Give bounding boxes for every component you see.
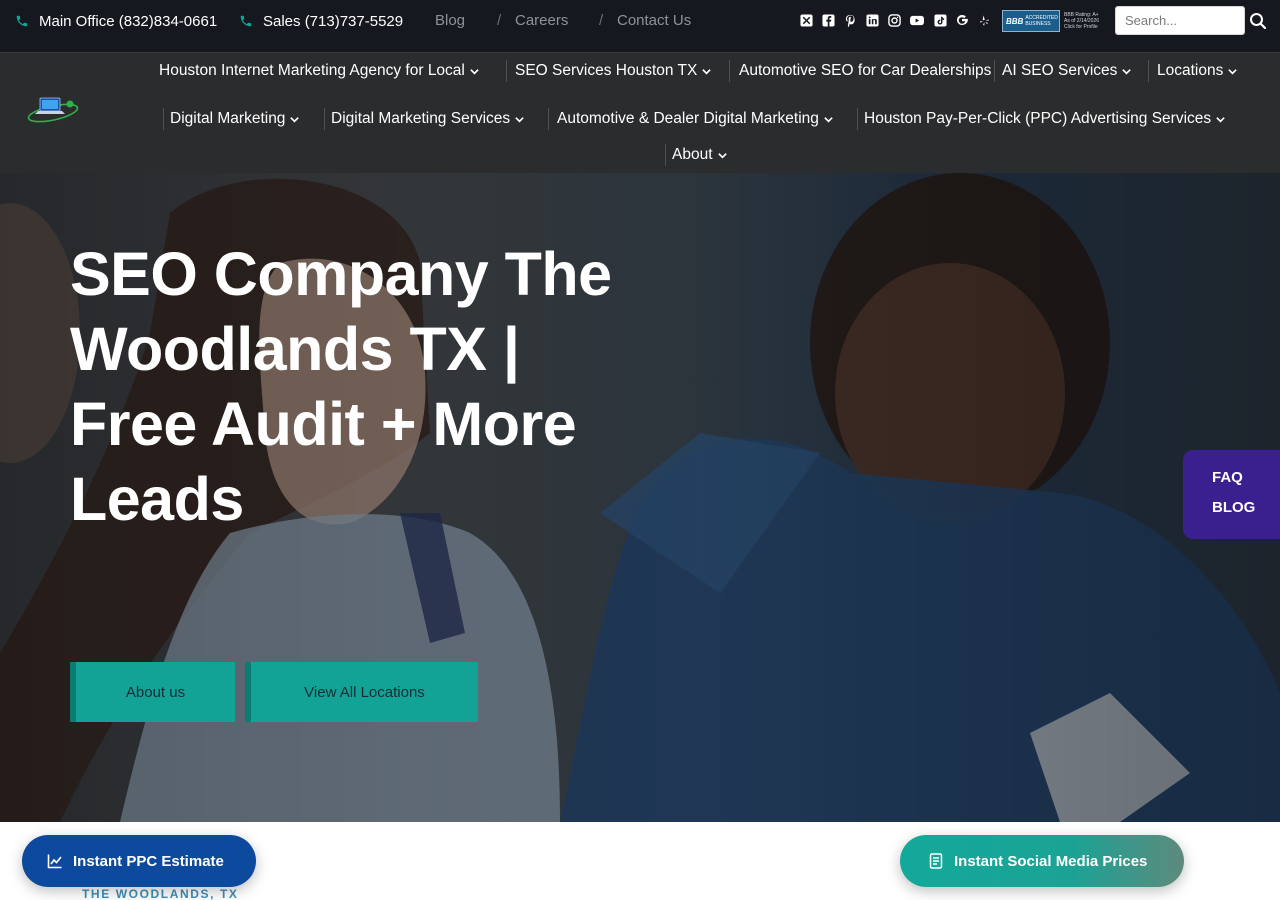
hero-section: SEO Company The Woodlands TX | Free Audi… [0,173,1280,822]
document-icon [928,853,944,869]
nav-locations[interactable]: Locations [1157,60,1238,82]
company-logo[interactable] [26,95,80,125]
facebook-icon[interactable] [821,13,835,27]
view-all-locations-button[interactable]: View All Locations [245,662,478,722]
instant-social-media-prices-button[interactable]: Instant Social Media Prices [900,835,1184,887]
nav-digital-marketing-services[interactable]: Digital Marketing Services [331,108,525,130]
chevron-down-icon [717,150,728,161]
chevron-down-icon [289,114,300,125]
search-input[interactable] [1115,6,1245,35]
nav-divider [506,60,507,82]
chevron-down-icon [514,114,525,125]
search-icon[interactable] [1249,12,1267,30]
sales-phone[interactable]: Sales (713)737-5529 [239,0,403,42]
sales-label: Sales (713)737-5529 [263,12,404,30]
careers-link[interactable]: Careers [515,0,568,42]
nav-automotive-dealer-marketing[interactable]: Automotive & Dealer Digital Marketing [557,108,834,130]
chevron-down-icon [701,66,712,77]
main-office-phone[interactable]: Main Office (832)834-0661 [15,0,217,42]
chevron-down-icon [1227,66,1238,77]
yelp-icon[interactable] [977,13,991,27]
main-office-label: Main Office (832)834-0661 [39,12,218,30]
nav-about[interactable]: About [672,144,728,166]
phone-icon [15,14,29,28]
location-label: THE WOODLANDS, TX [82,887,239,900]
chart-line-icon [47,853,63,869]
nav-divider [857,108,858,130]
nav-divider [548,108,549,130]
chevron-down-icon [1121,66,1132,77]
nav-divider [324,108,325,130]
bbb-rating: BBB Rating: A+ As of 2/14/2026 Click for… [1064,12,1100,30]
main-navigation: Houston Internet Marketing Agency for Lo… [0,52,1280,173]
youtube-icon[interactable] [909,13,925,27]
top-utility-bar: Main Office (832)834-0661 Sales (713)737… [0,0,1280,52]
chevron-down-icon [469,66,480,77]
nav-automotive-seo[interactable]: Automotive SEO for Car Dealerships [739,60,991,82]
linkedin-icon[interactable] [865,13,879,27]
social-icons [799,13,991,27]
tiktok-icon[interactable] [933,13,947,27]
side-quick-links: FAQ BLOG [1183,450,1280,539]
instagram-icon[interactable] [887,13,901,27]
instant-ppc-estimate-button[interactable]: Instant PPC Estimate [22,835,256,887]
nav-ai-seo-services[interactable]: AI SEO Services [1002,60,1132,82]
nav-divider [994,60,995,82]
chevron-down-icon [823,114,834,125]
nav-divider [163,108,164,130]
nav-houston-ppc[interactable]: Houston Pay-Per-Click (PPC) Advertising … [864,108,1226,130]
bbb-accredited-badge[interactable]: BBB ACCREDITED BUSINESS BBB Rating: A+ As… [1002,10,1106,32]
nav-divider [1148,60,1149,82]
x-icon[interactable] [799,13,813,27]
contact-us-link[interactable]: Contact Us [617,0,691,42]
blog-side-link[interactable]: BLOG [1212,499,1280,529]
phone-icon [239,14,253,28]
nav-digital-marketing[interactable]: Digital Marketing [170,108,300,130]
blog-link[interactable]: Blog [435,0,465,42]
nav-divider [665,144,666,166]
chevron-down-icon [1215,114,1226,125]
nav-seo-services-houston[interactable]: SEO Services Houston TX [515,60,712,82]
faq-link[interactable]: FAQ [1212,469,1280,499]
pinterest-icon[interactable] [843,13,857,27]
about-us-button[interactable]: About us [70,662,235,722]
page-title: SEO Company The Woodlands TX | Free Audi… [70,240,612,533]
nav-divider [729,60,730,82]
google-icon[interactable] [955,13,969,27]
nav-houston-internet-marketing[interactable]: Houston Internet Marketing Agency for Lo… [159,60,480,82]
link-separator: / [599,12,604,29]
link-separator: / [497,12,502,29]
bbb-seal: BBB ACCREDITED BUSINESS [1002,10,1060,32]
